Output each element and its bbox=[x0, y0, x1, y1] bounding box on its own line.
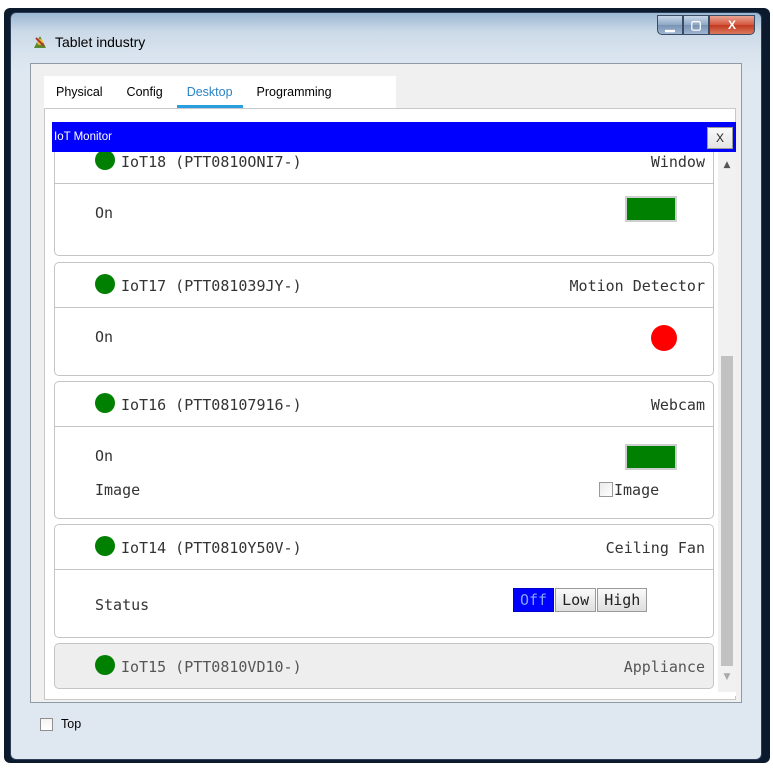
webcam-on-indicator bbox=[625, 444, 677, 470]
minimize-icon: ▁ bbox=[665, 18, 675, 32]
status-dot-icon bbox=[95, 655, 115, 675]
iot-monitor-title: IoT Monitor bbox=[54, 131, 112, 143]
device-type: Ceiling Fan bbox=[605, 539, 705, 557]
iot-monitor-header: IoT Monitor X bbox=[52, 122, 736, 152]
tab-programming[interactable]: Programming bbox=[245, 76, 344, 108]
device-header[interactable]: IoT14 (PTT0810Y50V-) Ceiling Fan bbox=[55, 525, 713, 570]
tablet-app-icon bbox=[31, 33, 49, 51]
scroll-thumb[interactable] bbox=[721, 356, 733, 666]
device-name: IoT17 (PTT081039JY-) bbox=[121, 277, 302, 295]
device-type: Window bbox=[650, 153, 705, 171]
webcam-image-alt: Image bbox=[614, 481, 660, 499]
window-title: Tablet industry bbox=[55, 34, 146, 50]
device-name: IoT14 (PTT0810Y50V-) bbox=[121, 539, 302, 557]
fan-speed-selector: Off Low High bbox=[513, 588, 648, 612]
status-dot-icon bbox=[95, 393, 115, 413]
fan-low-button[interactable]: Low bbox=[555, 588, 597, 612]
on-label: On bbox=[95, 447, 114, 465]
minimize-button[interactable]: ▁ bbox=[657, 15, 683, 35]
tab-physical[interactable]: Physical bbox=[44, 76, 115, 108]
fan-off-button[interactable]: Off bbox=[513, 588, 555, 612]
status-dot-icon bbox=[95, 152, 115, 170]
device-name: IoT16 (PTT08107916-) bbox=[121, 396, 302, 414]
device-card-iot17: IoT17 (PTT081039JY-) Motion Detector On bbox=[54, 262, 714, 376]
maximize-icon: ▢ bbox=[690, 18, 702, 32]
device-card-iot16: IoT16 (PTT08107916-) Webcam On Image Ima… bbox=[54, 381, 714, 519]
close-icon: X bbox=[727, 18, 736, 32]
broken-image-icon bbox=[599, 482, 613, 497]
iot-monitor-body: IoT18 (PTT0810ONI7-) Window On IoT17 (PT… bbox=[52, 152, 736, 696]
iot-monitor-close-button[interactable]: X bbox=[707, 127, 733, 149]
device-header[interactable]: IoT16 (PTT08107916-) Webcam bbox=[55, 382, 713, 427]
top-checkbox[interactable] bbox=[40, 717, 53, 731]
status-dot-icon bbox=[95, 536, 115, 556]
status-label: Status bbox=[95, 596, 150, 614]
device-name: IoT15 (PTT0810VD10-) bbox=[121, 658, 302, 676]
top-option[interactable]: Top bbox=[40, 717, 81, 731]
on-label: On bbox=[95, 328, 114, 346]
top-checkbox-label: Top bbox=[61, 717, 82, 731]
device-header[interactable]: IoT15 (PTT0810VD10-) Appliance bbox=[55, 644, 713, 688]
window-controls: ▁ ▢ X bbox=[657, 15, 755, 35]
tab-config[interactable]: Config bbox=[115, 76, 175, 108]
window-titlebar[interactable]: Tablet industry ▁ ▢ X bbox=[11, 13, 761, 63]
device-name: IoT18 (PTT0810ONI7-) bbox=[121, 153, 302, 171]
webcam-image: Image bbox=[599, 481, 659, 499]
tab-desktop[interactable]: Desktop bbox=[175, 76, 245, 108]
status-dot-icon bbox=[95, 274, 115, 294]
device-type: Appliance bbox=[623, 658, 705, 676]
device-card-iot15: IoT15 (PTT0810VD10-) Appliance bbox=[54, 643, 714, 689]
device-type: Webcam bbox=[650, 396, 705, 414]
device-type: Motion Detector bbox=[569, 277, 705, 295]
motion-detected-indicator bbox=[651, 325, 677, 351]
on-label: On bbox=[95, 204, 114, 222]
device-header[interactable]: IoT18 (PTT0810ONI7-) Window bbox=[55, 152, 713, 184]
scroll-down-arrow-icon[interactable]: ▼ bbox=[718, 668, 736, 686]
close-window-button[interactable]: X bbox=[709, 15, 755, 35]
tab-bar: Physical Config Desktop Programming bbox=[44, 76, 396, 108]
image-label: Image bbox=[95, 481, 141, 499]
window-on-indicator bbox=[625, 196, 677, 222]
scroll-up-arrow-icon[interactable]: ▲ bbox=[718, 156, 736, 174]
device-card-iot18: IoT18 (PTT0810ONI7-) Window On bbox=[54, 152, 714, 256]
maximize-button[interactable]: ▢ bbox=[683, 15, 709, 35]
device-card-iot14: IoT14 (PTT0810Y50V-) Ceiling Fan Status … bbox=[54, 524, 714, 638]
monitor-scrollbar[interactable]: ▲ ▼ bbox=[718, 152, 736, 692]
fan-high-button[interactable]: High bbox=[597, 588, 648, 612]
device-header[interactable]: IoT17 (PTT081039JY-) Motion Detector bbox=[55, 263, 713, 308]
